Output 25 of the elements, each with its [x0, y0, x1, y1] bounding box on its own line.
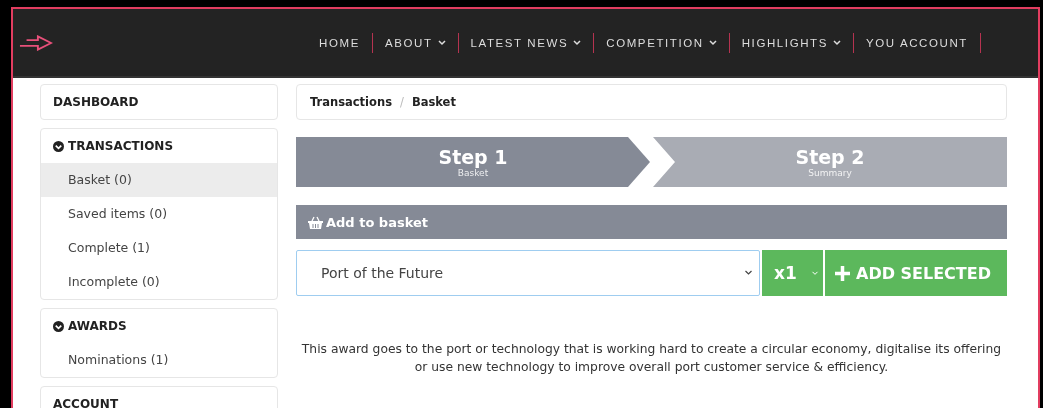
sidebar-item[interactable]: Complete (1): [41, 231, 277, 265]
panel-title: Add to basket: [326, 214, 428, 230]
breadcrumb-link[interactable]: Basket: [411, 95, 456, 109]
sidebar-item[interactable]: Nominations (1): [41, 343, 277, 377]
nav-link[interactable]: YOU ACCOUNT: [854, 36, 980, 49]
basket-icon: [308, 215, 323, 229]
sidebar-item[interactable]: Basket (0): [41, 163, 277, 197]
sidebar-item[interactable]: Incomplete (0): [41, 265, 277, 299]
breadcrumb-link[interactable]: Transactions: [310, 95, 392, 109]
sidebar-item[interactable]: Saved items (0): [41, 197, 277, 231]
nav-link[interactable]: LATEST NEWS: [458, 36, 594, 49]
nav-link[interactable]: ABOUT: [372, 36, 458, 49]
section-heading[interactable]: AWARDS: [41, 309, 277, 343]
section-heading[interactable]: TRANSACTIONS: [41, 129, 277, 163]
chevron-down-icon: [811, 270, 819, 276]
section-heading[interactable]: ACCOUNT: [41, 387, 277, 408]
section-heading[interactable]: DASHBOARD: [41, 85, 277, 119]
breadcrumb-separator: /: [400, 95, 404, 109]
award-dropdown[interactable]: Port of the Future: [296, 250, 760, 296]
nav-link[interactable]: HIGHLIGHTS: [729, 36, 853, 49]
nav-link[interactable]: COMPETITION: [594, 36, 729, 49]
award-description: This award goes to the port or technology that is working hard to create a circular economy, digitalise its offering or use new technology to improve overall port customer service & efficiency.: [300, 341, 1003, 376]
plus-icon: [835, 265, 850, 281]
nav-link[interactable]: HOME: [307, 36, 372, 49]
chevron-down-icon: [744, 270, 753, 276]
